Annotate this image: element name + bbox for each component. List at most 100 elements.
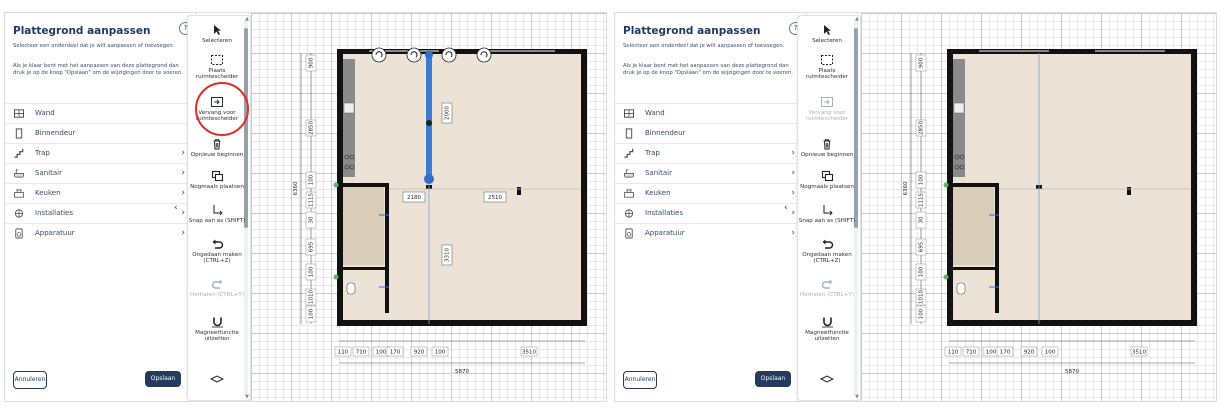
snap-label: Snap aan as (SHIFT) [798,218,856,224]
sidebar-intro: Selecteer een onderdeel dat je wilt aanp… [623,43,785,49]
dimension-label: 695 [305,238,317,256]
layers-tool[interactable] [798,374,856,386]
rotate-left-icon[interactable] [406,47,422,63]
snap-tool[interactable]: Snap aan as (SHIFT) [798,204,856,224]
wall-icon [14,109,24,118]
scroll-up-icon[interactable]: ▲ [245,16,249,22]
sidebar-item-label: Wand [645,109,665,117]
select-tool[interactable]: Selecteren [798,24,856,44]
wall-anchor-handle [943,274,949,280]
dimension-label: 1010 [305,288,317,306]
tool-palette: ▲ ▼ Selecteren Plaats ruimtescheider Ver… [187,15,251,401]
svg-text:3510: 3510 [522,350,536,356]
mirror-icon[interactable] [476,47,492,63]
sidebar-item-installaties[interactable]: Installaties › [5,203,197,223]
svg-text:100: 100 [309,266,315,277]
tool-palette: ▲ ▼ Selecteren Plaats ruimtescheider Ver… [797,15,861,401]
scroll-down-icon[interactable]: ▼ [855,394,859,400]
sidebar-item-wand[interactable]: Wand [5,103,197,123]
undo-tool[interactable]: Ongedaan maken (CTRL+Z) [188,238,246,265]
magnet-tool[interactable]: Magneetfunctie uitzetten [798,316,856,343]
select-tool[interactable]: Selecteren [188,24,246,44]
scroll-down-icon[interactable]: ▼ [245,394,249,400]
interior-wall-vertical [995,183,999,313]
layers-tool[interactable] [188,374,246,386]
chevron-right-icon: › [181,168,185,178]
floorplan-drawing[interactable]: 900 2850 100 1115 30 695 100 1010 100 6360 110 710 1… [861,13,1217,401]
floorplan-canvas[interactable]: 900 2850 100 1115 30 695 100 1010 100 6360 110 710 1… [861,13,1217,401]
svg-text:3310: 3310 [445,248,451,262]
copy-icon [211,170,223,182]
place-divider-tool[interactable]: Plaats ruimtescheider [188,54,246,81]
sidebar-item-trap[interactable]: Trap › [5,143,197,163]
cancel-button[interactable]: Annuleren [623,371,657,389]
dashed-rectangle-icon [821,55,833,65]
svg-text:100: 100 [309,308,315,319]
svg-text:2850: 2850 [919,121,925,135]
sidebar-item-keuken[interactable]: Keuken › [615,183,807,203]
svg-text:2000: 2000 [445,106,451,120]
place-again-tool[interactable]: Nogmaals plaatsen [798,170,856,190]
component-list: Wand Binnendeur Trap › Sanitair › Keuken › Insta… [615,103,807,243]
dimension-label: 30 [305,211,317,229]
redo-icon [211,279,222,289]
trash-icon[interactable] [371,47,387,63]
sidebar-item-wand[interactable]: Wand [615,103,807,123]
magnet-icon [211,317,223,328]
sidebar-item-installaties[interactable]: Installaties › [615,203,807,223]
dimension-label: 170 [386,346,404,357]
save-button[interactable]: Opslaan [145,371,181,387]
undo-tool[interactable]: Ongedaan maken (CTRL+Z) [798,238,856,265]
place-divider-tool[interactable]: Plaats ruimtescheider [798,54,856,81]
collapse-sidebar-icon[interactable]: ‹ [174,203,178,213]
sink-icon [343,102,355,114]
stairs-icon [14,148,24,158]
chevron-right-icon: › [791,188,795,198]
interior-dimension-label: 2510 [483,191,507,203]
selection-handle-middle [426,120,432,126]
chevron-right-icon: › [791,228,795,238]
rotate-right-icon[interactable] [441,47,457,63]
dimension-label: 900 [305,54,317,72]
snap-tool[interactable]: Snap aan as (SHIFT) [188,204,246,224]
magnet-tool[interactable]: Magneetfunctie uitzetten [188,316,246,343]
save-button[interactable]: Opslaan [755,371,791,387]
sidebar-item-apparatuur[interactable]: Apparatuur › [615,223,807,243]
scroll-up-icon[interactable]: ▲ [855,16,859,22]
installation-icon [14,209,24,218]
sidebar-item-binnendeur[interactable]: Binnendeur [5,123,197,143]
dimension-label: 170 [996,346,1014,357]
sidebar-item-sanitair[interactable]: Sanitair › [615,163,807,183]
restart-tool[interactable]: Opnieuw beginnen [798,138,856,158]
sidebar: Plattegrond aanpassen ? Selecteer een on… [615,13,807,401]
sidebar-item-label: Keuken [35,189,61,197]
interior-dimension-label: 2000 [441,102,453,124]
sidebar-item-label: Binnendeur [645,129,686,137]
chevron-right-icon: › [791,168,795,178]
replace-divider-tool[interactable]: Vervang voor ruimtescheider [798,96,856,123]
chevron-right-icon: › [181,208,185,218]
redo-tool[interactable]: Herhalen (CTRL+Y) [798,278,856,298]
cancel-button[interactable]: Annuleren [13,371,47,389]
bath-icon [14,169,24,178]
dimension-label: 2850 [305,119,317,137]
dimension-label: 3510 [520,346,538,357]
floorplan-canvas[interactable]: 900 2850 100 1115 30 695 100 1010 100 6360 110 710 1… [251,13,607,401]
restart-tool[interactable]: Opnieuw beginnen [188,138,246,158]
wall-icon [624,109,634,118]
kitchen-counter [343,59,355,177]
sidebar-item-binnendeur[interactable]: Binnendeur [615,123,807,143]
sidebar-item-apparatuur[interactable]: Apparatuur › [5,223,197,243]
sidebar-item-sanitair[interactable]: Sanitair › [5,163,197,183]
sidebar-intro: Selecteer een onderdeel dat je wilt aanp… [13,43,175,49]
dimension-label: 100 [305,263,317,281]
bath-icon [624,169,634,178]
svg-text:1010: 1010 [309,290,315,304]
redo-tool[interactable]: Herhalen (CTRL+Y) [188,278,246,298]
place-again-tool[interactable]: Nogmaals plaatsen [188,170,246,190]
sidebar-item-trap[interactable]: Trap › [615,143,807,163]
svg-text:3510: 3510 [1132,350,1146,356]
sidebar-item-keuken[interactable]: Keuken › [5,183,197,203]
floorplan-drawing[interactable]: 900 2850 100 1115 30 695 100 1010 100 6360 110 710 1… [251,13,607,401]
collapse-sidebar-icon[interactable]: ‹ [784,203,788,213]
